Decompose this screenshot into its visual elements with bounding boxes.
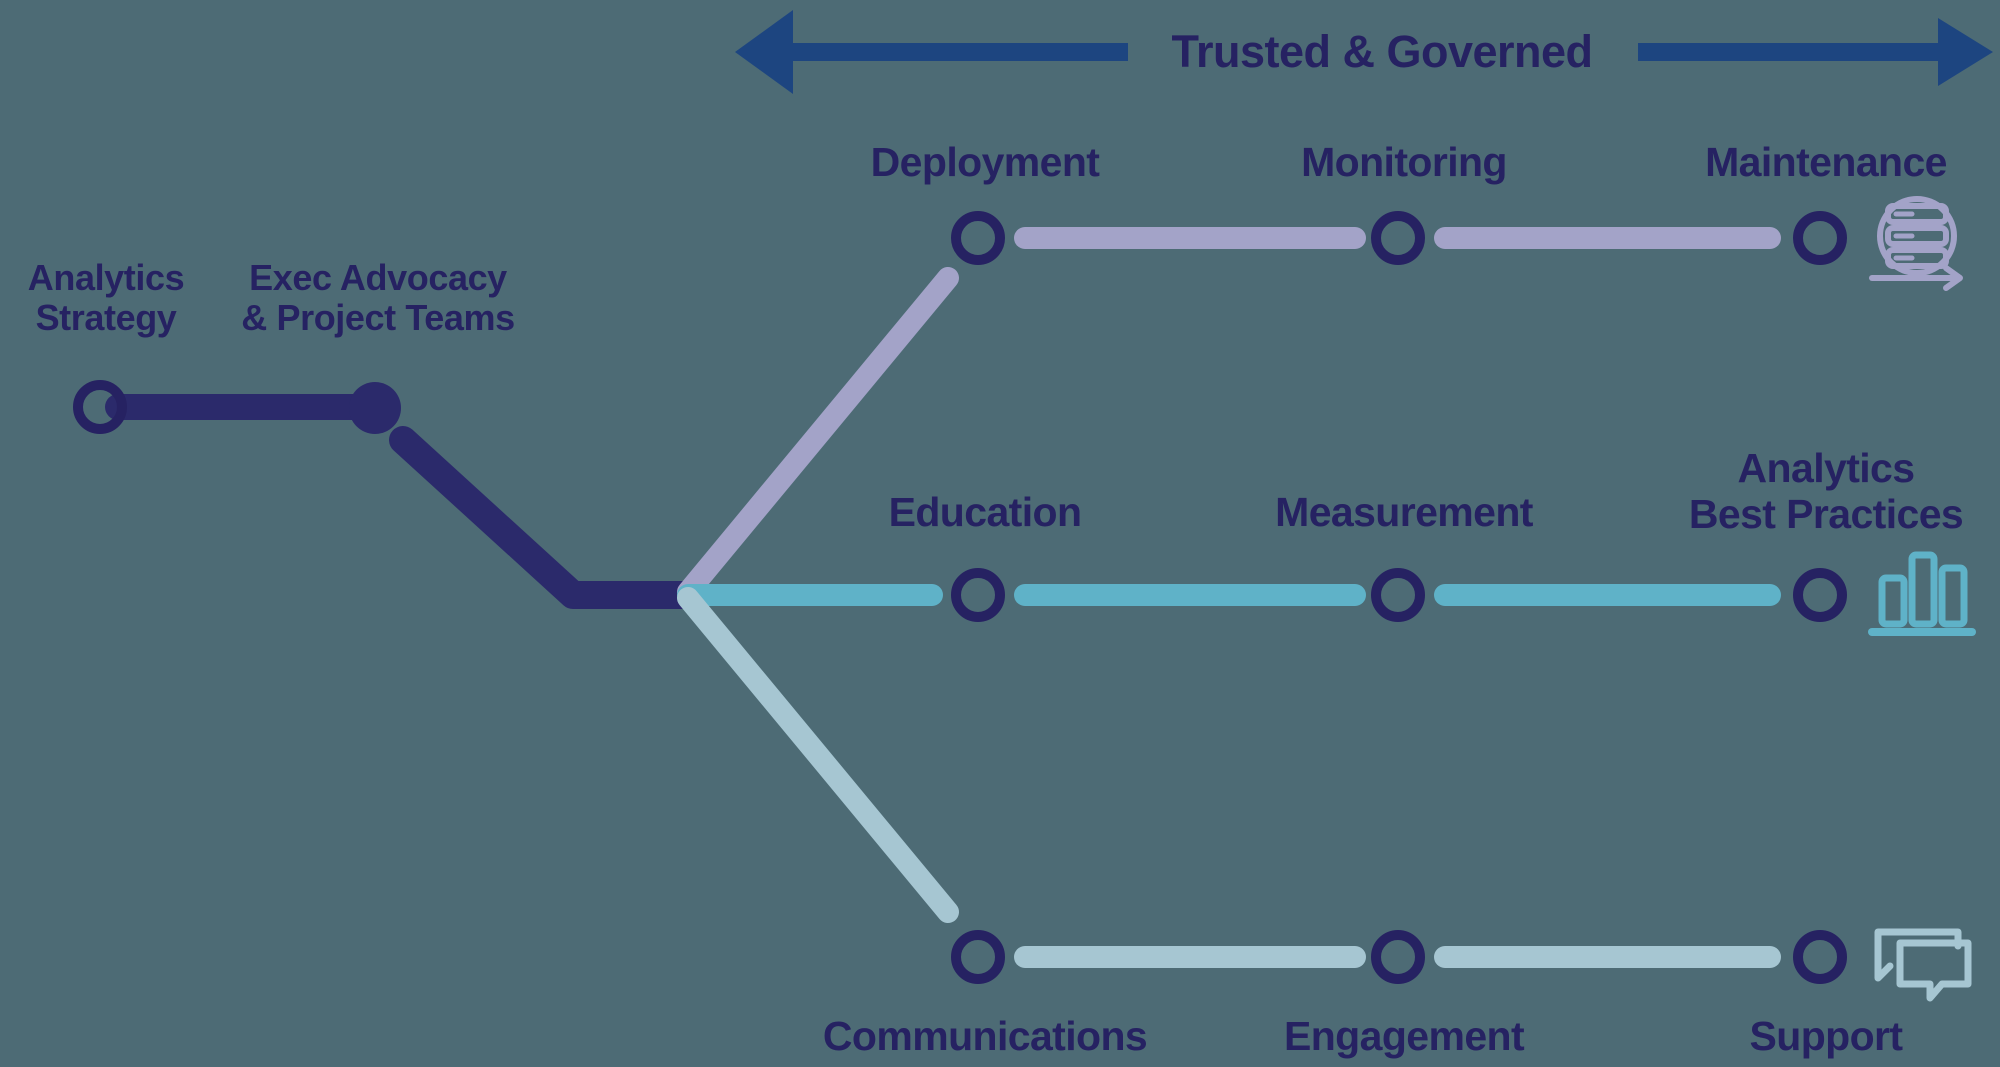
right-arrow xyxy=(1638,18,1993,86)
left-arrow xyxy=(735,10,1128,94)
label-measurement: Measurement xyxy=(1275,489,1533,535)
label-analytics-strategy: Analytics Strategy xyxy=(27,257,185,339)
stem-connector-2 xyxy=(389,426,704,609)
label-maintenance: Maintenance xyxy=(1705,139,1947,185)
label-analytics-best-practices: Analytics Best Practices xyxy=(1688,445,1964,537)
banner-title: Trusted & Governed xyxy=(1171,26,1593,77)
node-communications[interactable] xyxy=(951,930,1005,984)
node-engagement[interactable] xyxy=(1371,930,1425,984)
label-communications: Communications xyxy=(822,1013,1148,1059)
speech-bubbles-icon xyxy=(1874,928,1972,1002)
node-maintenance[interactable] xyxy=(1793,211,1847,265)
label-education: Education xyxy=(888,489,1082,535)
node-monitoring[interactable] xyxy=(1371,211,1425,265)
node-education[interactable] xyxy=(951,568,1005,622)
branch-line-deployment xyxy=(677,267,959,603)
analytics-roadmap-diagram: Trusted & Governed Analytics Strategy Ex… xyxy=(0,0,2000,1067)
node-exec-advocacy[interactable] xyxy=(349,382,401,434)
bar-chart-icon xyxy=(1868,551,1976,636)
branch-line-communications xyxy=(677,587,959,923)
label-deployment: Deployment xyxy=(870,139,1100,185)
label-engagement: Engagement xyxy=(1283,1013,1525,1059)
node-support[interactable] xyxy=(1793,930,1847,984)
node-analytics-best-practices[interactable] xyxy=(1793,568,1847,622)
node-deployment[interactable] xyxy=(951,211,1005,265)
label-monitoring: Monitoring xyxy=(1301,139,1507,185)
database-refresh-icon xyxy=(1869,196,1963,291)
node-measurement[interactable] xyxy=(1371,568,1425,622)
label-exec-advocacy: Exec Advocacy & Project Teams xyxy=(241,257,515,339)
label-support: Support xyxy=(1749,1013,1904,1059)
